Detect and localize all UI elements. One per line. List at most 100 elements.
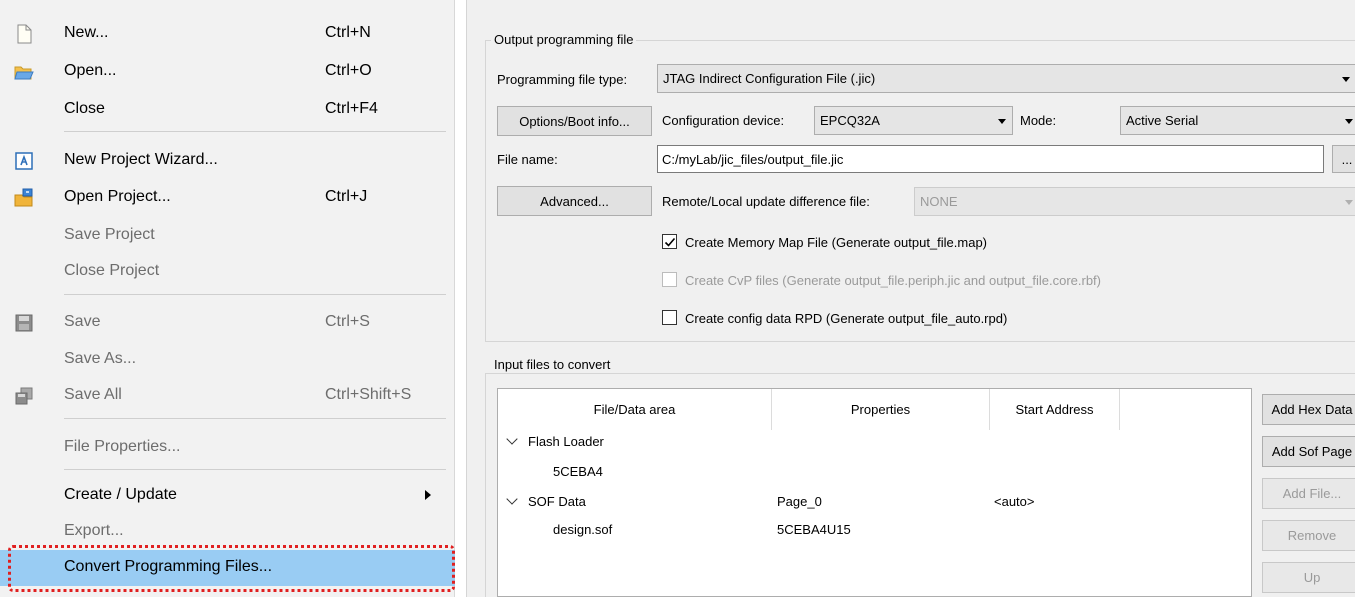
remote-local-update-value: NONE: [920, 194, 958, 209]
menu-item-export[interactable]: Export...: [0, 514, 455, 550]
browse-button[interactable]: ...: [1332, 145, 1355, 173]
menu-item-label: Create / Update: [64, 486, 177, 503]
checkmark-icon: [664, 237, 676, 247]
menu-separator: [64, 418, 446, 419]
row-file: 5CEBA4: [553, 464, 603, 479]
add-sof-page-button[interactable]: Add Sof Page: [1262, 436, 1355, 467]
programming-file-type-value: JTAG Indirect Configuration File (.jic): [663, 71, 876, 86]
menu-item-file-properties[interactable]: File Properties...: [0, 430, 455, 466]
open-folder-icon: [14, 66, 34, 80]
menu-separator: [64, 131, 446, 132]
menu-item-close[interactable]: Close Ctrl+F4: [0, 92, 455, 128]
table-row[interactable]: SOF Data Page_0 <auto>: [498, 491, 1251, 519]
mode-label: Mode:: [1020, 113, 1057, 128]
dropdown-arrow-icon: [1342, 76, 1350, 82]
open-project-icon: [14, 188, 33, 207]
create-cvp-files-checkbox[interactable]: [662, 272, 677, 287]
row-start-address: <auto>: [994, 494, 1035, 509]
expand-chevron-icon[interactable]: [506, 493, 518, 505]
mode-select[interactable]: Active Serial: [1120, 106, 1355, 135]
menu-item-label: Save All: [64, 386, 122, 403]
menu-item-convert-programming-files[interactable]: Convert Programming Files...: [0, 550, 455, 586]
table-row[interactable]: design.sof 5CEBA4U15: [498, 519, 1251, 547]
menu-item-open-project[interactable]: Open Project... Ctrl+J: [0, 180, 455, 216]
configuration-device-label: Configuration device:: [662, 113, 785, 128]
menu-item-label: Save: [64, 313, 101, 330]
configuration-device-select[interactable]: EPCQ32A: [814, 106, 1013, 135]
table-row[interactable]: 5CEBA4: [498, 461, 1251, 489]
create-cvp-files-label: Create CvP files (Generate output_file.p…: [685, 273, 1101, 288]
menu-item-save-as[interactable]: Save As...: [0, 342, 455, 378]
create-config-rpd-label: Create config data RPD (Generate output_…: [685, 311, 1008, 326]
menu-item-label: Save Project: [64, 226, 155, 243]
row-properties: Page_0: [777, 494, 822, 509]
menu-item-save-project[interactable]: Save Project: [0, 218, 455, 254]
save-all-icon: [15, 387, 33, 405]
column-header-start-address[interactable]: Start Address: [990, 389, 1120, 430]
file-name-value: C:/myLab/jic_files/output_file.jic: [662, 151, 844, 167]
menu-item-label: File Properties...: [64, 438, 181, 455]
input-group-title: Input files to convert: [491, 357, 614, 372]
dropdown-arrow-icon: [998, 118, 1006, 124]
row-properties: 5CEBA4U15: [777, 522, 851, 537]
add-hex-data-button[interactable]: Add Hex Data: [1262, 394, 1355, 425]
menu-item-shortcut: Ctrl+J: [325, 188, 368, 205]
programming-file-type-select[interactable]: JTAG Indirect Configuration File (.jic): [657, 64, 1355, 93]
menu-item-new[interactable]: New... Ctrl+N: [0, 16, 455, 52]
menu-item-label: Close Project: [64, 262, 160, 279]
menu-item-label: New...: [64, 24, 109, 41]
create-memory-map-checkbox[interactable]: [662, 234, 677, 249]
remove-button[interactable]: Remove: [1262, 520, 1355, 551]
save-icon: [15, 314, 33, 332]
menu-item-close-project[interactable]: Close Project: [0, 254, 455, 290]
programming-file-type-label: Programming file type:: [497, 72, 628, 87]
menu-item-open[interactable]: Open... Ctrl+O: [0, 54, 455, 90]
row-file: SOF Data: [528, 494, 586, 509]
menu-item-shortcut: Ctrl+N: [325, 24, 371, 41]
row-file: design.sof: [553, 522, 613, 537]
output-group-title: Output programming file: [491, 32, 637, 47]
table-row[interactable]: Flash Loader: [498, 431, 1251, 459]
mode-value: Active Serial: [1126, 113, 1199, 128]
create-memory-map-label: Create Memory Map File (Generate output_…: [685, 235, 988, 250]
file-menu: New... Ctrl+N Open... Ctrl+O Close Ctrl+…: [0, 0, 455, 597]
menu-separator: [64, 294, 446, 295]
input-files-table: File/Data area Properties Start Address …: [497, 388, 1252, 597]
menu-item-create-update[interactable]: Create / Update: [0, 478, 455, 514]
create-config-rpd-checkbox[interactable]: [662, 310, 677, 325]
remote-local-update-label: Remote/Local update difference file:: [662, 194, 870, 209]
options-boot-info-button[interactable]: Options/Boot info...: [497, 106, 652, 136]
submenu-arrow-icon: [425, 490, 431, 500]
menu-item-label: Close: [64, 100, 105, 117]
menu-item-shortcut: Ctrl+S: [325, 313, 370, 330]
column-header-file-data-area[interactable]: File/Data area: [498, 389, 772, 430]
up-button[interactable]: Up: [1262, 562, 1355, 593]
advanced-button[interactable]: Advanced...: [497, 186, 652, 216]
dropdown-arrow-icon: [1345, 199, 1353, 205]
menu-item-label: New Project Wizard...: [64, 151, 218, 168]
menu-separator: [64, 469, 446, 470]
remote-local-update-select[interactable]: NONE: [914, 187, 1355, 216]
column-header-properties[interactable]: Properties: [772, 389, 990, 430]
menu-item-new-project-wizard[interactable]: New Project Wizard...: [0, 143, 455, 179]
menu-item-save-all[interactable]: Save All Ctrl+Shift+S: [0, 378, 455, 414]
menu-item-save[interactable]: Save Ctrl+S: [0, 305, 455, 341]
menu-item-label: Convert Programming Files...: [64, 558, 273, 575]
menu-item-shortcut: Ctrl+F4: [325, 100, 378, 117]
menu-item-label: Open...: [64, 62, 117, 79]
menu-item-shortcut: Ctrl+Shift+S: [325, 386, 412, 403]
row-file: Flash Loader: [528, 434, 604, 449]
menu-item-label: Open Project...: [64, 188, 171, 205]
file-name-label: File name:: [497, 152, 558, 167]
configuration-device-value: EPCQ32A: [820, 113, 880, 128]
new-file-icon: [17, 24, 32, 44]
menu-item-label: Export...: [64, 522, 124, 539]
convert-programming-files-dialog: Output programming file Programming file…: [466, 0, 1355, 597]
dropdown-arrow-icon: [1345, 118, 1353, 124]
menu-item-shortcut: Ctrl+O: [325, 62, 372, 79]
expand-chevron-icon[interactable]: [506, 433, 518, 445]
file-name-input[interactable]: C:/myLab/jic_files/output_file.jic: [657, 145, 1324, 173]
wizard-icon: [15, 152, 33, 170]
add-file-button[interactable]: Add File...: [1262, 478, 1355, 509]
menu-item-label: Save As...: [64, 350, 137, 367]
